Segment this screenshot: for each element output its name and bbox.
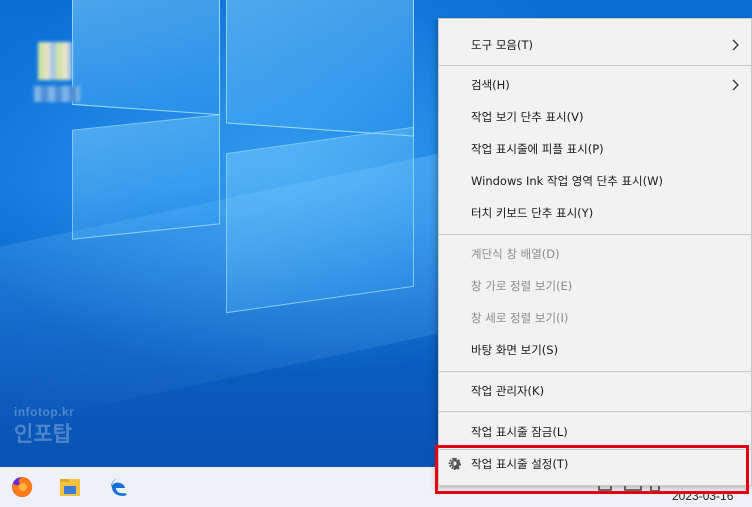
edge-icon [111,478,127,496]
menu-item-label: 도구 모음(T) [471,38,533,52]
menu-item-lock-taskbar[interactable]: 작업 표시줄 잠금(L) [439,417,751,447]
menu-item-label: 작업 보기 단추 표시(V) [471,110,584,124]
menu-item-task-view-button[interactable]: 작업 보기 단추 표시(V) [439,102,751,132]
menu-item-label: 바탕 화면 보기(S) [471,343,559,357]
taskbar-edge-button[interactable] [100,470,140,504]
menu-separator [439,234,751,235]
chevron-right-icon [732,39,739,51]
desktop-icon-label [34,86,80,102]
menu-item-stacked: 창 가로 정렬 보기(E) [439,271,751,301]
menu-item-label: Windows Ink 작업 영역 단추 표시(W) [471,174,663,188]
file-explorer-icon [60,479,80,496]
menu-item-toolbars[interactable]: 도구 모음(T) [439,30,751,60]
menu-item-label: 창 세로 정렬 보기(I) [471,311,569,325]
window-logo-pane [72,114,220,240]
taskbar-firefox-button[interactable] [2,470,42,504]
menu-separator [439,411,751,412]
menu-item-cascade: 계단식 창 배열(D) [439,239,751,269]
watermark-title: 인포탑 [14,423,72,446]
firefox-icon [12,476,33,497]
watermark: infotop.kr 인포탑 [14,405,74,448]
menu-separator [439,371,751,372]
menu-separator [439,65,751,66]
menu-item-side-by-side: 창 세로 정렬 보기(I) [439,303,751,333]
taskbar-context-menu: 도구 모음(T) 검색(H) 작업 보기 단추 표시(V) 작업 표시줄에 피플… [438,18,752,486]
file-icon [38,42,72,80]
menu-item-windows-ink[interactable]: Windows Ink 작업 영역 단추 표시(W) [439,166,751,196]
window-logo-pane [72,0,220,116]
menu-item-touch-keyboard[interactable]: 터치 키보드 단추 표시(Y) [439,198,751,228]
menu-item-label: 터치 키보드 단추 표시(Y) [471,206,594,220]
menu-item-show-desktop[interactable]: 바탕 화면 보기(S) [439,335,751,365]
highlight-box [435,445,749,494]
menu-item-label: 작업 관리자(K) [471,384,545,398]
window-logo-pane [226,126,414,314]
menu-item-label: 창 가로 정렬 보기(E) [471,279,573,293]
menu-item-label: 작업 표시줄 잠금(L) [471,425,568,439]
menu-item-people[interactable]: 작업 표시줄에 피플 표시(P) [439,134,751,164]
desktop-icon-blurred[interactable] [34,42,80,106]
menu-item-label: 작업 표시줄에 피플 표시(P) [471,142,604,156]
menu-item-label: 계단식 창 배열(D) [471,247,560,261]
menu-item-task-manager[interactable]: 작업 관리자(K) [439,376,751,406]
watermark-url: infotop.kr [14,405,75,419]
chevron-right-icon [732,79,739,91]
window-logo-pane [226,0,414,137]
menu-item-search[interactable]: 검색(H) [439,70,751,100]
menu-item-label: 검색(H) [471,78,510,92]
taskbar-file-explorer-button[interactable] [50,470,90,504]
